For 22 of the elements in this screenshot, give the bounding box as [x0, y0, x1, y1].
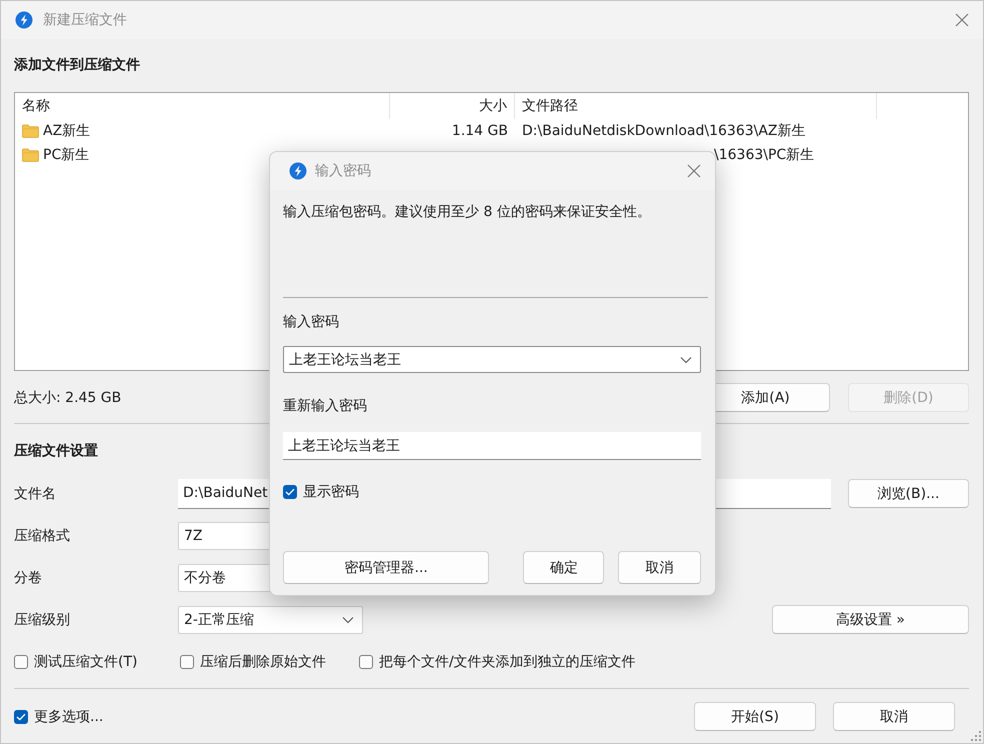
checkbox-label: 把每个文件/文件夹添加到独立的压缩文件 [379, 653, 636, 671]
field-label: 分卷 [14, 568, 43, 586]
section-heading: 添加文件到压缩文件 [14, 56, 140, 75]
field-label: 压缩级别 [14, 610, 71, 628]
checkbox-label: 测试压缩文件(T) [34, 653, 138, 671]
dialog-title: 输入密码 [315, 162, 371, 180]
file-path: D:\BaiduNetdiskDownload\16363\AZ新生 [522, 122, 806, 141]
file-size: 1.14 GB [452, 122, 508, 141]
total-size: 总大小: 2.45 GB [14, 388, 122, 406]
checkbox-label: 显示密码 [303, 483, 359, 501]
field-label: 输入密码 [283, 313, 340, 332]
window-title: 新建压缩文件 [43, 11, 127, 29]
field-label: 重新输入密码 [283, 397, 368, 416]
field-label: 压缩格式 [14, 526, 71, 544]
checkbox-label: 更多选项... [34, 708, 104, 726]
field-label: 文件名 [14, 484, 57, 502]
file-name: PC新生 [43, 146, 90, 165]
section-heading: 压缩文件设置 [14, 442, 98, 461]
dialog-message: 输入压缩包密码。建议使用至少 8 位的密码来保证安全性。 [283, 203, 652, 222]
file-name: AZ新生 [43, 122, 90, 141]
checkbox-label: 压缩后删除原始文件 [200, 653, 326, 671]
file-path: \16363\PC新生 [714, 146, 814, 165]
